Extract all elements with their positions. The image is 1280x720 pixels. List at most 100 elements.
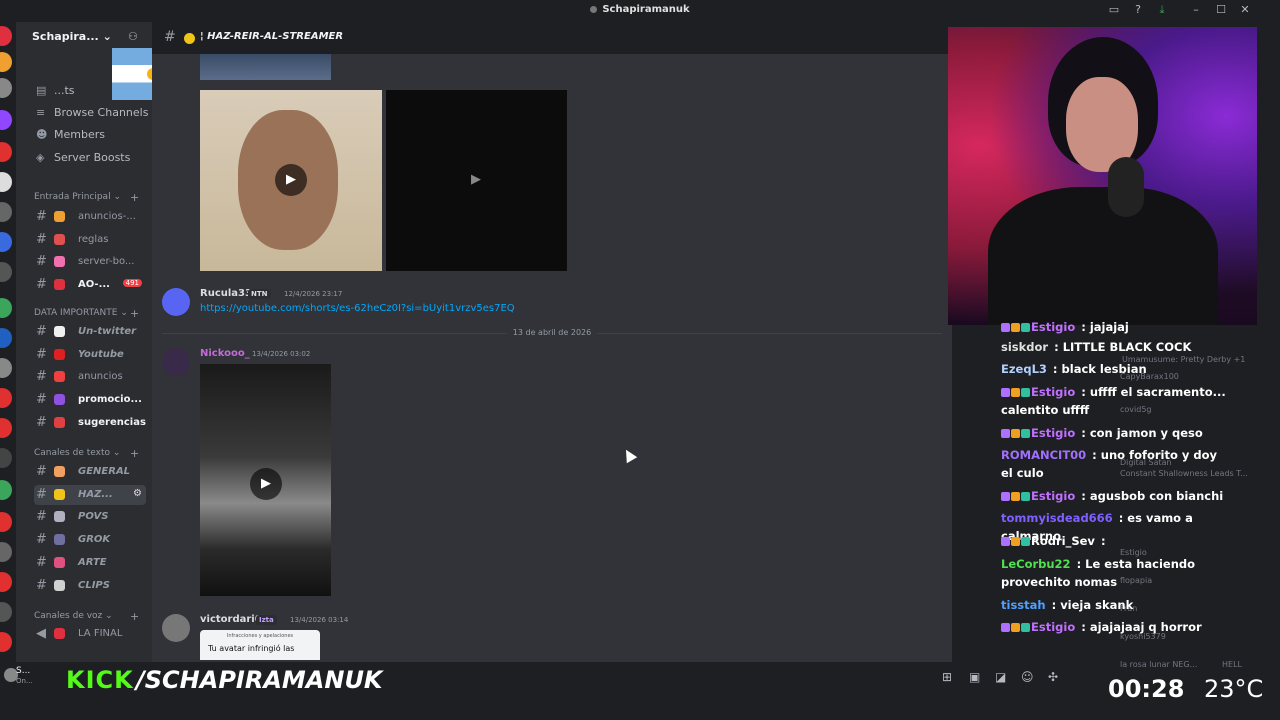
avatar[interactable] [162, 288, 190, 316]
chat-username: Estigio [1031, 320, 1076, 334]
video-attachment[interactable]: ▶ [200, 364, 331, 596]
server-icon[interactable] [0, 480, 12, 500]
channel-item[interactable]: # server-bo... [34, 252, 146, 272]
avatar[interactable] [162, 614, 190, 642]
server-icon[interactable] [0, 542, 12, 562]
message-embed[interactable]: Infracciones y apelaciones Tu avatar inf… [200, 630, 320, 660]
minimize-button[interactable]: – [1188, 3, 1204, 16]
nav-events[interactable]: ▤ ...ts [36, 84, 75, 97]
video-attachment[interactable]: ▶ [200, 90, 382, 271]
category-texto[interactable]: Canales de texto ⌄ + [34, 447, 139, 460]
server-icon[interactable] [0, 232, 12, 252]
channel-item[interactable]: # promocio... [34, 390, 146, 410]
server-icon[interactable] [0, 52, 12, 72]
chat-message: Estigio : agusbob con bianchi [1001, 487, 1229, 505]
close-button[interactable]: ✕ [1237, 3, 1253, 16]
stream-timer: 00:28 [1108, 675, 1185, 703]
channel-item[interactable]: # sugerencias [34, 413, 146, 433]
channel-item[interactable]: # CLIPS [34, 576, 146, 596]
channel-emoji-icon [54, 256, 65, 268]
gif-icon[interactable]: ▣ [969, 670, 980, 684]
help-icon[interactable]: ? [1130, 3, 1146, 16]
channel-item[interactable]: # POVS [34, 507, 146, 527]
user-tag: Izta [256, 615, 277, 625]
user-panel-status: On... [16, 677, 33, 685]
play-icon[interactable]: ▶ [275, 164, 307, 196]
nav-members[interactable]: ☻ Members [36, 128, 105, 141]
add-channel-icon[interactable]: + [130, 307, 139, 320]
server-icon[interactable] [0, 328, 12, 348]
message-author[interactable]: Nickooo_ [200, 348, 250, 359]
server-icon[interactable] [0, 448, 12, 468]
channel-name: promocio... [78, 394, 142, 406]
server-icon[interactable] [0, 298, 12, 318]
hash-icon: # [36, 532, 47, 548]
channel-item[interactable]: # ARTE [34, 553, 146, 573]
date-divider-text: 13 de abril de 2026 [506, 328, 598, 337]
chat-badge-icon [1011, 492, 1020, 501]
channel-name: AO-... [78, 279, 110, 291]
channel-item[interactable]: # HAZ... ⚙ [34, 484, 146, 505]
chat-message: Estigio : jajajaj [1001, 318, 1229, 336]
maximize-button[interactable]: ☐ [1213, 3, 1229, 16]
chat-badge-icon [1001, 537, 1010, 546]
chat-username: Rodri_Sev [1031, 534, 1095, 548]
channel-emoji-icon [54, 348, 65, 360]
server-icon[interactable] [0, 262, 12, 282]
server-icon[interactable] [0, 26, 12, 46]
gear-icon[interactable]: ⚙ [133, 488, 142, 499]
server-icon[interactable] [0, 78, 12, 98]
server-icon[interactable] [0, 172, 12, 192]
server-icon[interactable] [0, 602, 12, 622]
nav-browse-channels[interactable]: ≡ Browse Channels [36, 106, 148, 119]
category-entrada[interactable]: Entrada Principal ⌄ + [34, 191, 139, 204]
nav-server-boosts[interactable]: ◈ Server Boosts [36, 151, 130, 164]
channel-name: LA FINAL [78, 628, 123, 639]
server-icon[interactable] [0, 142, 12, 162]
server-icon[interactable] [0, 388, 12, 408]
add-member-icon[interactable]: ⚇ [128, 30, 138, 43]
channel-item[interactable]: # AO-... 491 [34, 275, 146, 295]
argentina-flag-overlay [112, 48, 152, 100]
chat-username: tisstah [1001, 598, 1046, 612]
kick-logo: KICK [66, 666, 134, 694]
play-icon[interactable]: ▶ [250, 468, 282, 500]
gift-icon[interactable]: ⊞ [942, 670, 952, 684]
inbox-icon[interactable]: ▭ [1106, 3, 1122, 16]
channel-item[interactable]: # anuncios [34, 367, 146, 387]
avatar[interactable] [162, 348, 190, 376]
server-icon[interactable] [0, 572, 12, 592]
add-channel-icon[interactable]: + [130, 447, 139, 460]
sticker-icon[interactable]: ◪ [995, 670, 1006, 684]
emoji-icon[interactable]: ☺ [1021, 670, 1034, 684]
server-icon[interactable] [0, 418, 12, 438]
server-name[interactable]: Schapira... ⌄ [32, 30, 112, 43]
channel-item[interactable]: # anuncios-... [34, 207, 146, 227]
author-name: Nickooo_ [200, 348, 250, 359]
channel-item[interactable]: # GENERAL [34, 462, 146, 482]
play-icon[interactable]: ▶ [460, 164, 492, 196]
server-icon[interactable] [0, 202, 12, 222]
message-list[interactable]: ▶ ▶ Rucula33 NTN 12/4/2026 23:17 https:/… [152, 54, 952, 662]
message-link[interactable]: https://youtube.com/shorts/es-62heCz0I?s… [200, 303, 515, 314]
add-channel-icon[interactable]: + [130, 191, 139, 204]
category-voz[interactable]: Canales de voz ⌄ + [34, 610, 139, 623]
channel-item[interactable]: # reglas [34, 230, 146, 250]
server-icon[interactable] [0, 110, 12, 130]
previous-attachment-thumbnail[interactable] [200, 54, 331, 80]
message-author[interactable]: victordari0 [200, 614, 262, 625]
message-author[interactable]: Rucula33 [200, 288, 252, 299]
add-channel-icon[interactable]: + [130, 610, 139, 623]
download-icon[interactable]: ⤓ [1154, 3, 1170, 17]
channel-item[interactable]: # Un-twitter [34, 322, 146, 342]
channel-emoji-icon [54, 211, 65, 222]
video-attachment[interactable]: ▶ [386, 90, 567, 271]
server-icon[interactable] [0, 512, 12, 532]
server-icon[interactable] [0, 632, 12, 652]
server-icon[interactable] [0, 358, 12, 378]
channel-item[interactable]: # Youtube [34, 345, 146, 365]
apps-icon[interactable]: ✣ [1048, 670, 1058, 684]
category-data[interactable]: DATA IMPORTANTE ⌄ + [34, 307, 139, 320]
channel-item[interactable]: # GROK [34, 530, 146, 550]
channel-item[interactable]: ◀ LA FINAL [34, 624, 146, 644]
